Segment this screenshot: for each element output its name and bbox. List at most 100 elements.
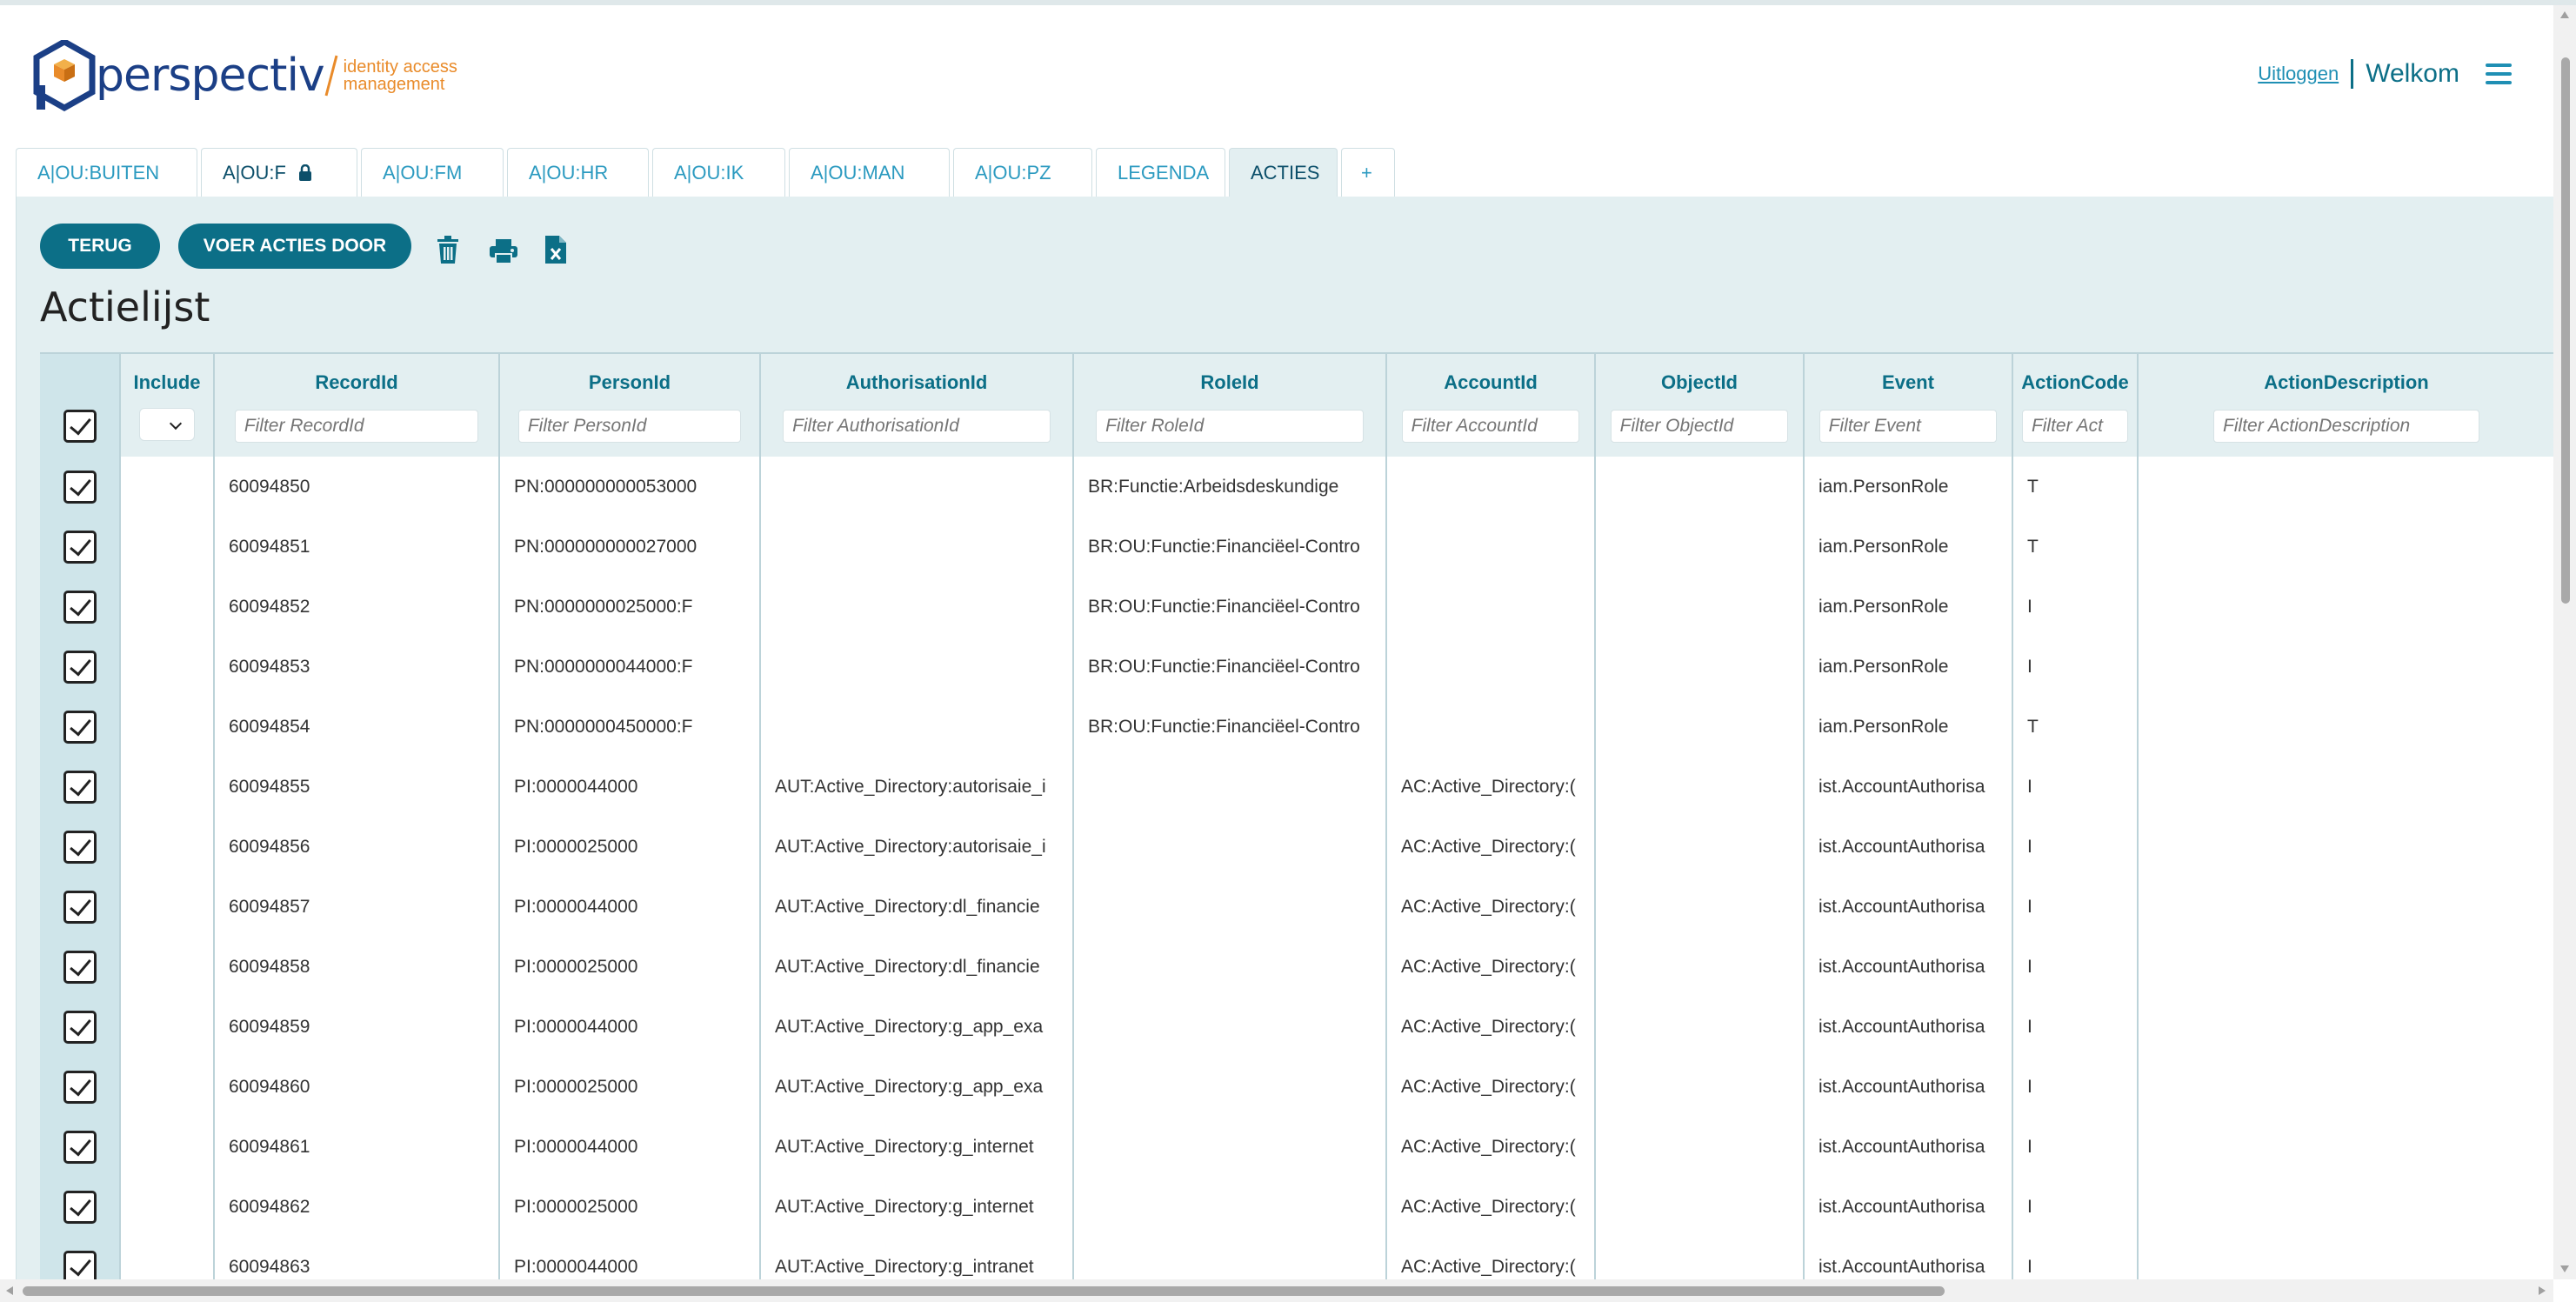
- table-row[interactable]: 60094853 PN:0000000044000:F BR:OU:Functie:…: [40, 637, 2554, 697]
- tab-ou-buiten[interactable]: A|OU:BUITEN: [16, 148, 197, 197]
- authorisationid-cell: [760, 577, 1074, 637]
- perspectiv-logo[interactable]: perspectiv identity access management: [33, 40, 457, 111]
- row-checkbox[interactable]: [63, 830, 97, 864]
- personid-cell: PI:0000025000: [499, 817, 761, 877]
- accountid-filter-input[interactable]: [1401, 410, 1580, 443]
- print-icon[interactable]: [489, 237, 518, 266]
- scroll-left-arrow-icon[interactable]: [5, 1285, 14, 1296]
- table-row[interactable]: 60094854 PN:0000000450000:F BR:OU:Functie:…: [40, 697, 2554, 757]
- table-row[interactable]: 60094855 PI:0000044000 AUT:Active_Director…: [40, 757, 2554, 817]
- accountid-cell: [1386, 637, 1596, 697]
- event-cell: ist.AccountAuthorisa: [1804, 1057, 2013, 1117]
- row-checkbox[interactable]: [63, 890, 97, 924]
- authorisationid-cell: [760, 637, 1074, 697]
- row-checkbox[interactable]: [63, 1250, 97, 1279]
- row-checkbox[interactable]: [63, 1130, 97, 1164]
- authorisationid-filter-input[interactable]: [783, 410, 1051, 443]
- hamburger-menu-icon[interactable]: [2486, 63, 2512, 84]
- scroll-up-arrow-icon[interactable]: [2559, 10, 2570, 19]
- objectid-cell: [1595, 1057, 1805, 1117]
- personid-cell: PI:0000044000: [499, 1237, 761, 1279]
- row-checkbox[interactable]: [63, 710, 97, 744]
- actiondescription-filter-input[interactable]: [2213, 410, 2479, 443]
- recordid-cell: 60094852: [214, 577, 500, 637]
- personid-cell: PI:0000025000: [499, 937, 761, 997]
- authorisationid-cell: AUT:Active_Directory:autorisaie_i: [760, 817, 1074, 877]
- include-filter-select[interactable]: [139, 408, 195, 441]
- scroll-down-arrow-icon[interactable]: [2559, 1265, 2570, 1273]
- table-row[interactable]: 60094858 PI:0000025000 AUT:Active_Director…: [40, 937, 2554, 997]
- table-row[interactable]: 60094860 PI:0000025000 AUT:Active_Director…: [40, 1057, 2554, 1117]
- event-cell: iam.PersonRole: [1804, 517, 2013, 577]
- table-row[interactable]: 60094851 PN:000000000027000 BR:OU:Functie:…: [40, 517, 2554, 577]
- execute-actions-button[interactable]: VOER ACTIES DOOR: [178, 224, 411, 269]
- tab-legenda[interactable]: LEGENDA: [1096, 148, 1225, 197]
- row-checkbox[interactable]: [63, 770, 97, 804]
- row-checkbox[interactable]: [63, 1070, 97, 1104]
- recordid-filter-input[interactable]: [234, 410, 479, 443]
- event-cell: iam.PersonRole: [1804, 457, 2013, 517]
- tab-ou-man[interactable]: A|OU:MAN: [789, 148, 950, 197]
- actioncode-cell: T: [2012, 457, 2139, 517]
- table-row[interactable]: 60094856 PI:0000025000 AUT:Active_Director…: [40, 817, 2554, 877]
- objectid-cell: [1595, 697, 1805, 757]
- row-checkbox[interactable]: [63, 590, 97, 624]
- horizontal-scrollbar[interactable]: [0, 1279, 2553, 1302]
- back-button[interactable]: TERUG: [40, 224, 160, 269]
- scroll-right-arrow-icon[interactable]: [2538, 1285, 2546, 1296]
- roleid-cell: [1073, 877, 1387, 937]
- tab-acties[interactable]: ACTIES: [1229, 148, 1338, 197]
- row-checkbox[interactable]: [63, 530, 97, 564]
- actioncode-filter-input[interactable]: [2021, 410, 2129, 443]
- row-select-cell: [40, 637, 121, 697]
- event-cell: iam.PersonRole: [1804, 637, 2013, 697]
- row-checkbox[interactable]: [63, 1010, 97, 1044]
- table-row[interactable]: 60094857 PI:0000044000 AUT:Active_Director…: [40, 877, 2554, 937]
- table-row[interactable]: 60094852 PN:0000000025000:F BR:OU:Functie:…: [40, 577, 2554, 637]
- authorisationid-cell: [760, 517, 1074, 577]
- row-checkbox[interactable]: [63, 1190, 97, 1224]
- recordid-cell: 60094855: [214, 757, 500, 817]
- row-select-cell: [40, 877, 121, 937]
- recordid-cell: 60094856: [214, 817, 500, 877]
- row-checkbox[interactable]: [63, 650, 97, 684]
- tab-ou-fm[interactable]: A|OU:FM: [361, 148, 504, 197]
- tab-ou-pz[interactable]: A|OU:PZ: [953, 148, 1092, 197]
- roleid-filter-input[interactable]: [1096, 410, 1364, 443]
- recordid-cell: 60094858: [214, 937, 500, 997]
- tab-ou-hr[interactable]: A|OU:HR: [507, 148, 649, 197]
- excel-export-icon[interactable]: [544, 235, 567, 264]
- tab-add[interactable]: +: [1341, 148, 1395, 197]
- horizontal-scroll-thumb[interactable]: [23, 1286, 1945, 1296]
- recordid-cell: 60094857: [214, 877, 500, 937]
- tab-ou-ik[interactable]: A|OU:IK: [652, 148, 785, 197]
- row-checkbox[interactable]: [63, 470, 97, 504]
- row-select-cell: [40, 997, 121, 1057]
- row-select-cell: [40, 457, 121, 517]
- event-filter-input[interactable]: [1819, 410, 1998, 443]
- vertical-scrollbar[interactable]: [2553, 5, 2576, 1279]
- row-select-cell: [40, 1177, 121, 1237]
- objectid-filter-input[interactable]: [1610, 410, 1789, 443]
- select-all-checkbox[interactable]: [63, 410, 97, 443]
- objectid-cell: [1595, 457, 1805, 517]
- table-row[interactable]: 60094863 PI:0000044000 AUT:Active_Director…: [40, 1237, 2554, 1279]
- event-cell: ist.AccountAuthorisa: [1804, 997, 2013, 1057]
- table-row[interactable]: 60094861 PI:0000044000 AUT:Active_Director…: [40, 1117, 2554, 1177]
- trash-icon[interactable]: [435, 235, 461, 264]
- include-cell: [120, 1057, 215, 1117]
- column-label: AccountId: [1444, 371, 1538, 393]
- logo-tagline: identity access management: [344, 58, 457, 93]
- table-row[interactable]: 60094862 PI:0000025000 AUT:Active_Director…: [40, 1177, 2554, 1237]
- tab-ou-f[interactable]: A|OU:F: [201, 148, 357, 197]
- table-row[interactable]: 60094859 PI:0000044000 AUT:Active_Director…: [40, 997, 2554, 1057]
- vertical-scroll-thumb[interactable]: [2561, 57, 2570, 604]
- logout-link[interactable]: Uitloggen: [2258, 63, 2339, 85]
- row-checkbox[interactable]: [63, 950, 97, 984]
- accountid-cell: AC:Active_Directory:(: [1386, 937, 1596, 997]
- column-label: Include: [133, 371, 201, 393]
- personid-filter-input[interactable]: [517, 410, 742, 443]
- table-row[interactable]: 60094850 PN:000000000053000 BR:Functie:Arb…: [40, 457, 2554, 517]
- objectid-cell: [1595, 1117, 1805, 1177]
- personid-cell: PN:0000000025000:F: [499, 577, 761, 637]
